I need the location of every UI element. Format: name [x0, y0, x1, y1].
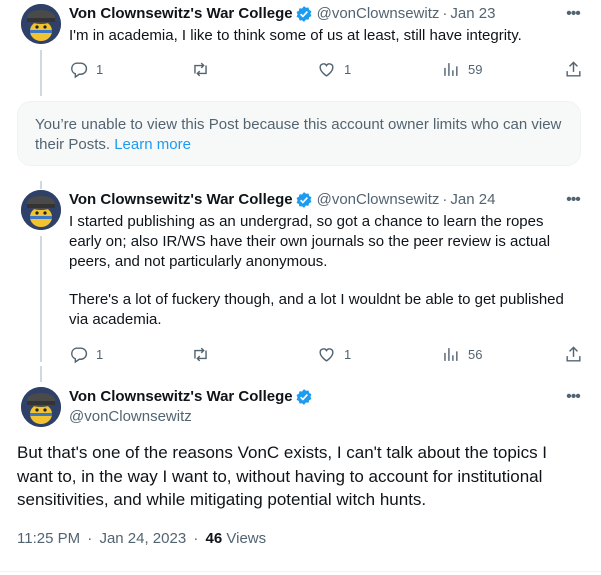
limited-post-notice: You’re unable to view this Post because … [17, 101, 581, 166]
conversation-thread: Von Clownsewitz's War College @vonClowns… [0, 0, 601, 575]
thread-connector [40, 50, 42, 96]
tweet-metadata: 11:25 PM · Jan 24, 2023 · 46 Views [17, 529, 266, 549]
reply-icon [71, 346, 88, 363]
reply-button[interactable]: 1 [69, 344, 103, 364]
retweet-icon [194, 347, 207, 361]
retweet-icon [194, 62, 207, 76]
views-label: Views [226, 530, 267, 547]
like-count: 1 [344, 346, 352, 362]
avatar-image [21, 387, 61, 427]
main-tweet-handle-row: @vonClownsewitz [69, 407, 192, 427]
author-handle[interactable]: @vonClownsewitz [317, 190, 440, 210]
views-icon [444, 347, 458, 361]
share-icon [566, 345, 581, 362]
share-button[interactable] [564, 344, 583, 364]
reply-count: 1 [96, 61, 104, 77]
separator-dot: · [87, 530, 93, 547]
main-tweet-text: But that's one of the reasons VonC exist… [17, 443, 548, 509]
like-button[interactable]: 1 [317, 59, 351, 79]
avatar[interactable] [21, 4, 61, 44]
views-button[interactable]: 59 [441, 59, 482, 79]
tweet-actions: 1 1 59 [69, 59, 589, 79]
like-count: 1 [344, 61, 352, 77]
more-icon[interactable]: ••• [563, 387, 583, 407]
reply-count: 1 [96, 346, 104, 362]
separator-dot: · [193, 530, 199, 547]
main-tweet-header: Von Clownsewitz's War College [69, 387, 317, 407]
avatar-image [21, 190, 61, 230]
tweet-header: Von Clownsewitz's War College @vonClowns… [69, 190, 495, 210]
view-count: 59 [468, 61, 483, 77]
like-icon [319, 62, 334, 77]
author-handle[interactable]: @vonClownsewitz [69, 407, 192, 427]
like-icon [319, 347, 334, 362]
tweet-text: I'm in academia, I like to think some of… [69, 26, 569, 46]
tweet-paragraph: I'm in academia, I like to think some of… [69, 27, 522, 44]
separator-dot: · [442, 191, 448, 208]
retweet-button[interactable] [191, 344, 210, 364]
share-icon [566, 60, 581, 77]
separator-dot: · [442, 5, 448, 22]
more-icon[interactable]: ••• [563, 4, 583, 24]
retweet-button[interactable] [191, 59, 210, 79]
more-icon[interactable]: ••• [563, 190, 583, 210]
author-name[interactable]: Von Clownsewitz's War College [69, 387, 293, 407]
views-button[interactable]: 56 [441, 344, 482, 364]
thread-connector [40, 236, 42, 362]
share-button[interactable] [564, 59, 583, 79]
reply-icon [71, 61, 88, 78]
tweet-date[interactable]: Jan 24 [450, 190, 495, 210]
reply-button[interactable]: 1 [69, 59, 103, 79]
verified-badge-icon[interactable] [295, 191, 313, 209]
limited-post-message: You’re unable to view this Post because … [35, 115, 565, 155]
tweet-actions: 1 1 56 [69, 344, 589, 364]
author-name[interactable]: Von Clownsewitz's War College [69, 190, 293, 210]
author-handle[interactable]: @vonClownsewitz [317, 4, 440, 24]
verified-badge-icon[interactable] [295, 5, 313, 23]
tweet-date[interactable]: Jan 23 [450, 4, 495, 24]
avatar[interactable] [21, 387, 61, 427]
tweet-full-date[interactable]: Jan 24, 2023 [99, 530, 186, 547]
tweet-text: I started publishing as an undergrad, so… [69, 212, 569, 330]
like-button[interactable]: 1 [317, 344, 351, 364]
view-count: 56 [468, 346, 483, 362]
tweet-time[interactable]: 11:25 PM [17, 530, 80, 547]
tweet-paragraph: There's a lot of fuckery though, and a l… [69, 291, 564, 328]
tweet-paragraph: I started publishing as an undergrad, so… [69, 213, 551, 270]
author-name[interactable]: Von Clownsewitz's War College [69, 4, 293, 24]
divider [0, 571, 601, 572]
views-count: 46 [205, 530, 223, 547]
verified-badge-icon[interactable] [295, 388, 313, 406]
thread-connector [40, 366, 42, 382]
thread-connector [40, 181, 42, 189]
views-icon [444, 62, 458, 76]
avatar-image [21, 4, 61, 44]
avatar[interactable] [21, 190, 61, 230]
learn-more-link[interactable]: Learn more [114, 136, 191, 153]
tweet-header: Von Clownsewitz's War College @vonClowns… [69, 4, 495, 24]
